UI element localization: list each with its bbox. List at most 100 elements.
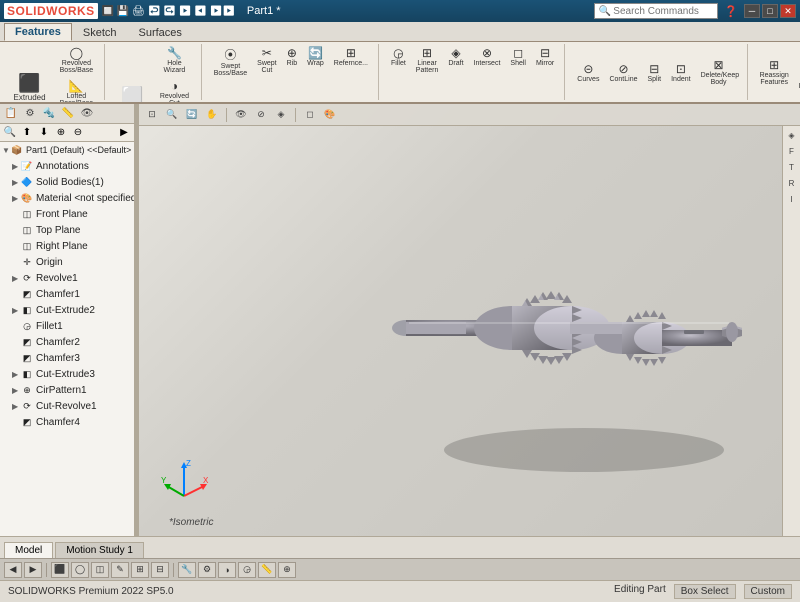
tree-item-top-plane[interactable]: ◫ Top Plane	[0, 222, 134, 238]
check-active-doc-btn[interactable]: ✔Check Active Document	[795, 53, 800, 92]
cmd-btn-14[interactable]: ⊕	[278, 562, 296, 578]
swept-boss-btn[interactable]: ⦿Swept Boss/Base	[210, 44, 251, 79]
rp-view-front[interactable]: F	[785, 144, 799, 158]
sidebar-tab-config[interactable]: 🔩	[40, 105, 58, 123]
sidebar-tab-display[interactable]: 👁	[78, 105, 96, 123]
tree-item-chamfer4[interactable]: ◩ Chamfer4	[0, 414, 134, 430]
cmd-btn-8[interactable]: ⊟	[151, 562, 169, 578]
reassign-features-btn[interactable]: ⊞Reassign Features	[756, 56, 793, 88]
tree-item-material[interactable]: ▶ 🎨 Material <not specified>	[0, 190, 134, 206]
revolved-boss-btn[interactable]: ◯Revolved Boss/Base	[55, 44, 98, 76]
vp-view-orientation-btn[interactable]: 👁	[232, 107, 250, 123]
tree-icon-3[interactable]: ⬇	[36, 125, 52, 141]
tree-item-front-plane[interactable]: ◫ Front Plane	[0, 206, 134, 222]
linear-pattern-btn[interactable]: ⊞Linear Pattern	[412, 44, 443, 76]
close-button[interactable]: ✕	[780, 4, 796, 18]
delete-keep-body-btn[interactable]: ⊠Delete/Keep Body	[697, 56, 741, 88]
tree-icon-5[interactable]: ⊖	[70, 125, 86, 141]
cmd-btn-2[interactable]: ▶	[24, 562, 42, 578]
rp-view-right[interactable]: R	[785, 176, 799, 190]
intersect-btn[interactable]: ⊗Intersect	[470, 44, 505, 76]
vp-zoom-in-btn[interactable]: 🔍	[163, 107, 181, 123]
tree-item-chamfer3[interactable]: ◩ Chamfer3	[0, 350, 134, 366]
mirror-btn[interactable]: ⊟Mirror	[532, 44, 558, 76]
cmd-btn-6[interactable]: ✎	[111, 562, 129, 578]
search-input[interactable]	[613, 6, 713, 17]
sidebar-tab-featuretree[interactable]: 📋	[2, 105, 20, 123]
help-icon[interactable]: ❓	[724, 5, 738, 18]
shell-btn[interactable]: ◻Shell	[506, 44, 530, 76]
tab-surfaces[interactable]: Surfaces	[128, 24, 193, 41]
indent-btn[interactable]: ⊡Indent	[667, 60, 694, 85]
tree-item-chamfer1[interactable]: ◩ Chamfer1	[0, 286, 134, 302]
tree-item-part[interactable]: ▼ 📦 Part1 (Default) <<Default> Display S	[0, 142, 134, 158]
tab-sketch[interactable]: Sketch	[72, 24, 128, 41]
tree-item-cut-extrude3[interactable]: ▶ ◧ Cut-Extrude3	[0, 366, 134, 382]
tree-item-right-plane[interactable]: ◫ Right Plane	[0, 238, 134, 254]
sidebar-tab-dimxpert[interactable]: 📏	[59, 105, 77, 123]
fillet-btn[interactable]: ◶Fillet	[387, 44, 410, 76]
draft-btn[interactable]: ◈Draft	[444, 44, 467, 76]
cmd-btn-5[interactable]: ◫	[91, 562, 109, 578]
title-text: Part1 *	[247, 5, 281, 17]
curves-btn[interactable]: ⊝Curves	[573, 60, 603, 85]
vp-display-style-btn[interactable]: ◈	[272, 107, 290, 123]
wrap-btn[interactable]: 🔄Wrap	[303, 44, 328, 79]
cmd-btn-3[interactable]: ⬛	[51, 562, 69, 578]
cmd-sep-1	[46, 563, 47, 577]
feature-manager-sidebar: 📋 ⚙ 🔩 📏 👁 🔍 ⬆ ⬇ ⊕ ⊖ ▶ ▼ 📦 Part1 (Default…	[0, 104, 135, 536]
ribbon-tab-bar: Features Sketch Surfaces	[0, 22, 800, 42]
tree-icon-4[interactable]: ⊕	[53, 125, 69, 141]
cmd-btn-7[interactable]: ⊞	[131, 562, 149, 578]
cmd-btn-1[interactable]: ◀	[4, 562, 22, 578]
cmd-btn-9[interactable]: 🔧	[178, 562, 196, 578]
tree-item-cirpattern1[interactable]: ▶ ⊕ CirPattern1	[0, 382, 134, 398]
app-logo: SOLIDWORKS	[4, 3, 98, 19]
rp-view-selector[interactable]: ◈	[785, 128, 799, 142]
3d-viewport[interactable]: ⊡ 🔍 🔄 ✋ 👁 ⊘ ◈ ◻ 🎨	[139, 104, 800, 536]
tree-item-solid-bodies[interactable]: ▶ 🔷 Solid Bodies(1)	[0, 174, 134, 190]
search-box[interactable]: 🔍	[594, 3, 718, 19]
tree-item-origin[interactable]: ✛ Origin	[0, 254, 134, 270]
cmd-btn-11[interactable]: ◑	[218, 562, 236, 578]
tree-icon-1[interactable]: 🔍	[2, 125, 18, 141]
lofted-boss-btn[interactable]: 📐Lofted Boss/Base	[55, 77, 98, 104]
tab-features[interactable]: Features	[4, 23, 72, 41]
cmd-btn-4[interactable]: ◯	[71, 562, 89, 578]
tree-item-revolve1[interactable]: ▶ ⟳ Revolve1	[0, 270, 134, 286]
contline-btn[interactable]: ⊘ContLine	[605, 60, 641, 85]
extruded-boss-btn[interactable]: ⬛ ExtrudedBoss/Base	[6, 71, 53, 104]
vp-hide-show-btn[interactable]: ◻	[301, 107, 319, 123]
extruded-cut-btn[interactable]: ⬜ ExtrudedCut	[113, 84, 152, 104]
tab-model[interactable]: Model	[4, 542, 53, 558]
vp-zoom-fit-btn[interactable]: ⊡	[143, 107, 161, 123]
hole-wizard-btn[interactable]: 🔧Hole Wizard	[154, 44, 195, 76]
maximize-button[interactable]: □	[762, 4, 778, 18]
sidebar-tab-propmgr[interactable]: ⚙	[21, 105, 39, 123]
swept-cut-btn[interactable]: ✂Swept Cut	[253, 44, 280, 79]
vp-edit-appearance-btn[interactable]: 🎨	[321, 107, 339, 123]
status-custom[interactable]: Custom	[744, 584, 792, 599]
tree-item-cut-revolve1[interactable]: ▶ ⟳ Cut-Revolve1	[0, 398, 134, 414]
tab-motion-study[interactable]: Motion Study 1	[55, 542, 144, 558]
tree-item-cut-extrude2[interactable]: ▶ ◧ Cut-Extrude2	[0, 302, 134, 318]
tree-expand-btn[interactable]: ▶	[116, 125, 132, 141]
cmd-btn-10[interactable]: ⚙	[198, 562, 216, 578]
status-box-select[interactable]: Box Select	[674, 584, 736, 599]
vp-section-view-btn[interactable]: ⊘	[252, 107, 270, 123]
vp-rotate-btn[interactable]: 🔄	[183, 107, 201, 123]
rp-view-top[interactable]: T	[785, 160, 799, 174]
cmd-btn-12[interactable]: ◶	[238, 562, 256, 578]
cmd-btn-13[interactable]: 📏	[258, 562, 276, 578]
tree-item-annotations[interactable]: ▶ 📝 Annotations	[0, 158, 134, 174]
reference-btn[interactable]: ⊞Refernce...	[330, 44, 372, 79]
split-btn[interactable]: ⊟Split	[643, 60, 665, 85]
revolved-cut-btn[interactable]: ◑Revolved Cut	[154, 77, 195, 104]
vp-pan-btn[interactable]: ✋	[203, 107, 221, 123]
tree-item-chamfer2[interactable]: ◩ Chamfer2	[0, 334, 134, 350]
tree-item-fillet1[interactable]: ◶ Fillet1	[0, 318, 134, 334]
minimize-button[interactable]: ─	[744, 4, 760, 18]
tree-icon-2[interactable]: ⬆	[19, 125, 35, 141]
rp-view-iso[interactable]: I	[785, 192, 799, 206]
rib-btn[interactable]: ⊕Rib	[283, 44, 302, 79]
